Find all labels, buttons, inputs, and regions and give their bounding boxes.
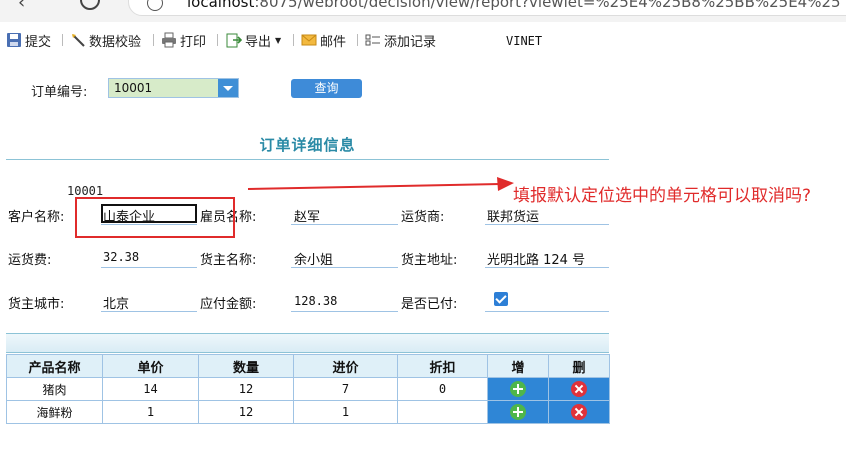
annotation-highlight-box	[75, 197, 235, 238]
cell-quantity[interactable]: 12	[198, 400, 294, 424]
delete-row-button[interactable]	[548, 400, 610, 424]
report-title: 订单详细信息	[259, 136, 356, 154]
browser-toolbar: ‹ localhost:8075/webroot/decision/view/r…	[0, 0, 846, 22]
title-divider	[6, 159, 609, 160]
field-underline	[485, 224, 609, 225]
field-underline	[485, 267, 609, 268]
save-icon	[6, 32, 22, 48]
export-button[interactable]: 导出 ▼	[226, 30, 281, 50]
mail-icon	[301, 32, 317, 48]
col-header-delete: 删	[548, 354, 610, 378]
order-id: 10001	[67, 184, 104, 198]
field-underline	[101, 267, 197, 268]
toolbar-title: VINET	[506, 34, 543, 48]
field-underline	[485, 311, 609, 312]
export-label: 导出	[245, 34, 272, 50]
export-icon	[226, 32, 243, 48]
cell-price[interactable]: 14	[102, 377, 199, 401]
mail-button[interactable]: 邮件	[301, 30, 346, 50]
add-row-button[interactable]	[487, 400, 549, 424]
col-header-discount: 折扣	[397, 354, 488, 378]
toolbar-divider	[62, 34, 63, 46]
table-row: 猪肉 14 12 7 0	[6, 377, 610, 401]
field-underline	[291, 267, 398, 268]
report-toolbar: 提交 数据校验 打印 导出 ▼ 邮件 添加记录 VINET	[0, 26, 846, 54]
field-underline	[291, 224, 398, 225]
amount-value[interactable]: 128.38	[294, 294, 337, 308]
customer-label: 客户名称:	[8, 210, 65, 225]
delete-icon	[571, 381, 587, 397]
consignee-label: 货主名称:	[200, 253, 257, 268]
plus-icon	[510, 404, 526, 420]
detail-table: 产品名称 单价 数量 进价 折扣 增 删 猪肉 14 12 7 0 海鲜粉 1 …	[6, 354, 610, 424]
add-record-button[interactable]: 添加记录	[365, 30, 436, 50]
toolbar-divider	[153, 34, 154, 46]
city-label: 货主城市:	[8, 297, 65, 312]
cell-product[interactable]: 海鲜粉	[6, 400, 103, 424]
col-header-add: 增	[487, 354, 549, 378]
parameter-panel: 订单编号: 10001 查询	[0, 68, 846, 108]
col-header-cost: 进价	[293, 354, 398, 378]
cell-product[interactable]: 猪肉	[6, 377, 103, 401]
shipper-label: 运货商:	[401, 210, 445, 225]
order-number-label: 订单编号:	[31, 85, 88, 100]
order-number-combo[interactable]: 10001	[108, 78, 239, 98]
paid-checkbox[interactable]	[494, 292, 508, 306]
add-row-button[interactable]	[487, 377, 549, 401]
address-value[interactable]: 光明北路 124 号	[487, 249, 585, 268]
submit-button[interactable]: 提交	[6, 30, 51, 50]
validate-button[interactable]: 数据校验	[70, 30, 141, 50]
cell-cost[interactable]: 7	[293, 377, 398, 401]
cell-price[interactable]: 1	[102, 400, 199, 424]
cell-cost[interactable]: 1	[293, 400, 398, 424]
col-header-price: 单价	[102, 354, 199, 378]
toolbar-divider	[217, 34, 218, 46]
back-arrow-icon[interactable]: ‹	[18, 0, 25, 13]
city-value[interactable]: 北京	[103, 293, 129, 312]
employee-value[interactable]: 赵军	[294, 206, 320, 225]
cell-discount[interactable]	[397, 400, 488, 424]
add-row-icon	[365, 32, 381, 48]
order-number-value: 10001	[114, 81, 153, 95]
reload-icon[interactable]	[80, 0, 100, 10]
delete-row-button[interactable]	[548, 377, 610, 401]
annotation-text: 填报默认定位选中的单元格可以取消吗?	[513, 186, 812, 206]
table-row: 海鲜粉 1 12 1	[6, 400, 610, 424]
wand-icon	[70, 32, 86, 48]
cell-quantity[interactable]: 12	[198, 377, 294, 401]
address-bar[interactable]: localhost:8075/webroot/decision/view/rep…	[128, 0, 846, 16]
chevron-down-icon: ▼	[275, 35, 282, 45]
dropdown-arrow-icon[interactable]	[218, 79, 238, 97]
table-header-row: 产品名称 单价 数量 进价 折扣 增 删	[6, 354, 610, 378]
consignee-value[interactable]: 余小姐	[294, 249, 333, 268]
site-info-icon[interactable]	[147, 0, 163, 11]
query-button[interactable]: 查询	[291, 79, 362, 98]
col-header-product: 产品名称	[6, 354, 103, 378]
add-record-label: 添加记录	[384, 34, 437, 50]
amount-label: 应付金额:	[200, 297, 257, 312]
address-label: 货主地址:	[401, 253, 458, 268]
toolbar-divider	[357, 34, 358, 46]
mail-label: 邮件	[320, 34, 347, 50]
print-label: 打印	[180, 34, 207, 50]
col-header-quantity: 数量	[198, 354, 294, 378]
plus-icon	[510, 381, 526, 397]
printer-icon	[161, 32, 177, 48]
field-underline	[291, 311, 398, 312]
url-text: localhost:8075/webroot/decision/view/rep…	[187, 0, 841, 11]
section-band	[6, 333, 609, 353]
freight-label: 运货费:	[8, 253, 52, 268]
toolbar-divider	[293, 34, 294, 46]
delete-icon	[571, 404, 587, 420]
freight-value[interactable]: 32.38	[103, 250, 139, 264]
field-underline	[101, 311, 197, 312]
print-button[interactable]: 打印	[161, 30, 206, 50]
paid-label: 是否已付:	[401, 297, 458, 312]
cell-discount[interactable]: 0	[397, 377, 488, 401]
submit-label: 提交	[25, 34, 52, 50]
validate-label: 数据校验	[89, 34, 142, 50]
